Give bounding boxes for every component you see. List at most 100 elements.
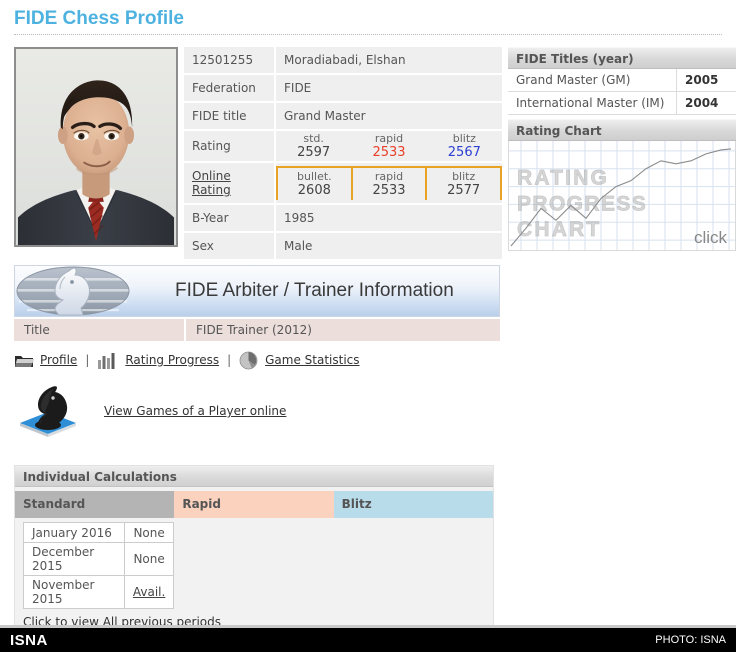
online-rapid: rapid 2533 (350, 166, 428, 200)
folder-icon-svg (15, 355, 34, 367)
period-status-link-label[interactable]: Avail. (133, 585, 165, 599)
sex-value: Male (276, 233, 502, 259)
rating-rapid-value: 2533 (372, 145, 406, 160)
calculations-column-standard: Standard January 2016 None December 2015… (15, 491, 175, 609)
player-photo-image (16, 49, 176, 245)
page-title: FIDE Chess Profile (14, 8, 184, 29)
table-row: Grand Master (GM) 2005 (508, 69, 736, 92)
player-photo (14, 47, 178, 247)
table-row: International Master (IM) 2004 (508, 92, 736, 115)
rating-rapid-kind: rapid (374, 132, 404, 145)
table-row-byear: B-Year 1985 (184, 205, 502, 233)
table-row: January 2016 None (23, 522, 175, 543)
period-status: None (123, 542, 175, 576)
fide-title-label: FIDE title (184, 103, 276, 131)
rapid-rows (174, 518, 333, 522)
rating-std-kind: std. (303, 132, 324, 145)
footer-photo-credit: PHOTO: ISNA (655, 634, 726, 646)
player-name: Moradiabadi, Elshan (276, 47, 502, 75)
individual-calculations-header: Individual Calculations (15, 466, 493, 487)
period-status-link[interactable]: Avail. (123, 575, 175, 609)
svg-text:RATING: RATING (517, 167, 609, 190)
online-rating-label[interactable]: Online Rating (192, 169, 231, 197)
byear-label: B-Year (184, 205, 276, 233)
view-games-link[interactable]: View Games of a Player online (104, 404, 286, 418)
profile-top-row: 12501255 Moradiabadi, Elshan Federation … (14, 47, 736, 259)
right-panel: FIDE Titles (year) Grand Master (GM) 200… (508, 47, 736, 251)
sex-label: Sex (184, 233, 276, 259)
rating-rapid: rapid 2533 (351, 131, 426, 161)
rating-std-value: 2597 (297, 145, 331, 160)
period-label: January 2016 (23, 522, 125, 543)
table-row: December 2015 None (23, 542, 175, 576)
online-rapid-kind: rapid (374, 170, 404, 183)
rating-chart-header: Rating Chart (508, 119, 736, 141)
calculations-columns: Standard January 2016 None December 2015… (15, 491, 493, 609)
game-statistics-link[interactable]: Game Statistics (265, 353, 359, 367)
rating-values-cell: std. 2597 rapid 2533 blitz 2567 (276, 131, 502, 163)
folder-icon (14, 352, 34, 369)
table-row-federation: Federation FIDE (184, 75, 502, 103)
online-blitz-kind: blitz (452, 170, 476, 183)
fide-titles-table: Grand Master (GM) 2005 International Mas… (508, 69, 736, 115)
online-rating-values-cell: bullet. 2608 rapid 2533 blitz 2577 (276, 163, 502, 205)
rating-std: std. 2597 (276, 131, 351, 161)
column-header-blitz: Blitz (333, 491, 493, 518)
svg-text:CHART: CHART (517, 218, 601, 241)
title-im-name: International Master (IM) (508, 92, 676, 115)
title-im-year: 2004 (676, 92, 736, 115)
blitz-rows (334, 518, 493, 522)
arbiter-banner: FIDE Arbiter / Trainer Information (14, 265, 500, 317)
fide-titles-header: FIDE Titles (year) (508, 47, 736, 69)
chart-click-label[interactable]: click (694, 228, 727, 248)
svg-text:PROGRESS: PROGRESS (517, 192, 647, 215)
arbiter-title-label: Title (14, 319, 184, 341)
individual-calculations-panel: Individual Calculations Standard January… (14, 465, 494, 636)
main-content: 12501255 Moradiabadi, Elshan Federation … (0, 35, 736, 636)
table-row-rating: Rating std. 2597 rapid 2533 blitz 2567 (184, 131, 502, 163)
title-gm-name: Grand Master (GM) (508, 69, 676, 92)
pie-chart-icon-svg (239, 351, 258, 369)
period-label: November 2015 (23, 575, 125, 609)
arbiter-section: FIDE Arbiter / Trainer Information Title… (14, 265, 500, 341)
rating-breakdown-table: std. 2597 rapid 2533 blitz 2567 (276, 131, 502, 161)
table-row-fide-title: FIDE title Grand Master (184, 103, 502, 131)
online-blitz: blitz 2577 (425, 166, 502, 200)
rating-blitz-kind: blitz (452, 132, 476, 145)
bar-chart-icon (97, 352, 119, 369)
calculations-column-rapid: Rapid (174, 491, 334, 609)
profile-links-row: Profile | Rating Progress | Game Statist… (14, 349, 736, 371)
bar-chart-icon-svg (98, 352, 115, 369)
player-id: 12501255 (184, 47, 276, 75)
rating-blitz: blitz 2567 (427, 131, 502, 161)
table-row: November 2015 Avail. (23, 575, 175, 609)
online-rating-link[interactable]: Online Rating (184, 163, 276, 205)
page-header: FIDE Chess Profile (0, 0, 736, 30)
period-label: December 2015 (23, 542, 125, 576)
chess-knight-icon (14, 385, 82, 437)
online-rating-table: bullet. 2608 rapid 2533 blitz 2577 (276, 166, 502, 200)
rating-progress-link[interactable]: Rating Progress (125, 353, 219, 367)
federation-value: FIDE (276, 75, 502, 103)
period-status: None (123, 522, 175, 543)
player-info-table: 12501255 Moradiabadi, Elshan Federation … (184, 47, 502, 259)
pie-chart-icon (239, 351, 259, 370)
footer-brand: ISNA (10, 631, 48, 649)
byear-value: 1985 (276, 205, 502, 233)
rating-label: Rating (184, 131, 276, 163)
arbiter-banner-title: FIDE Arbiter / Trainer Information (175, 280, 454, 301)
fide-globe-knight-icon (16, 266, 130, 316)
standard-periods-table: January 2016 None December 2015 None Nov… (23, 522, 175, 609)
profile-link[interactable]: Profile (40, 353, 77, 367)
title-gm-year: 2005 (676, 69, 736, 92)
rating-chart-thumbnail[interactable]: RATING PROGRESS CHART click (508, 141, 736, 251)
table-row-id: 12501255 Moradiabadi, Elshan (184, 47, 502, 75)
link-separator-1: | (85, 353, 90, 367)
column-header-rapid: Rapid (174, 491, 334, 518)
fide-title-value: Grand Master (276, 103, 502, 131)
online-blitz-value: 2577 (447, 183, 481, 198)
view-games-row: View Games of a Player online (14, 385, 736, 437)
table-row-online-rating: Online Rating bullet. 2608 rapid 2533 bl… (184, 163, 502, 205)
calculations-column-blitz: Blitz (333, 491, 493, 609)
arbiter-title-row: Title FIDE Trainer (2012) (14, 319, 500, 341)
